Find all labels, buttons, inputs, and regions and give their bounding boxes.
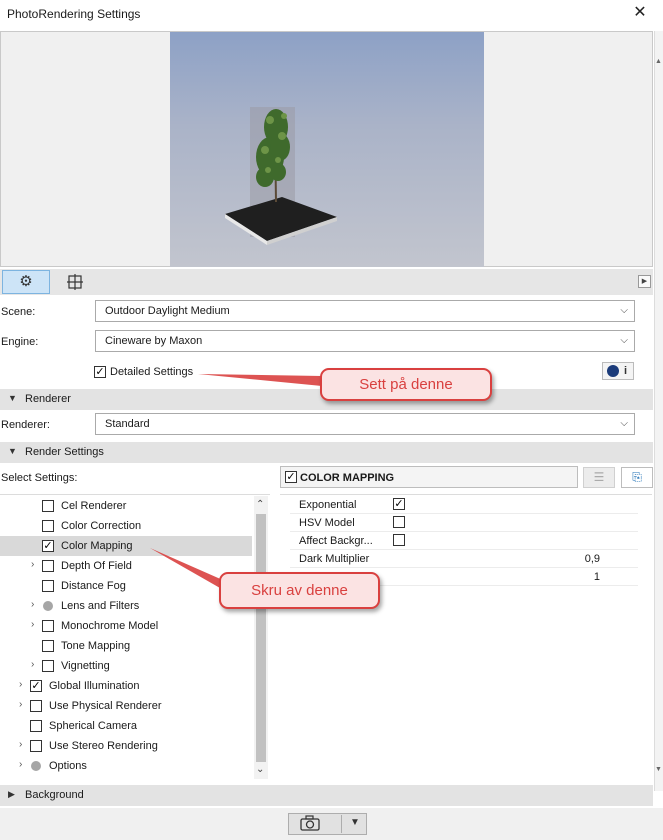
callout-turn-off: Skru av denne bbox=[219, 572, 380, 609]
callout-set-on: Sett på denne bbox=[320, 368, 492, 401]
annotation-arrows bbox=[150, 374, 322, 588]
